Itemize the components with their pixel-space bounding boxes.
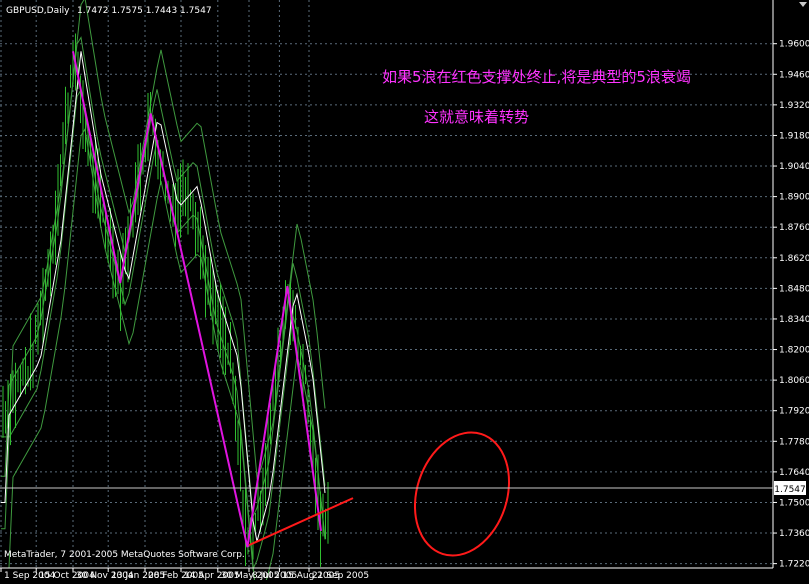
y-tick-label: 1.7500: [779, 498, 809, 508]
copyright-label: MetaTrader, 7 2001-2005 MetaQuotes Softw…: [4, 550, 245, 560]
y-tick-label: 1.8620: [779, 254, 809, 264]
price-chart[interactable]: 1.9600 1.9460 1.9320 1.9180 1.9040 1.8900 1.87…: [0, 0, 809, 584]
y-tick-label: 1.8480: [779, 284, 809, 294]
y-tick-label: 1.9040: [779, 162, 809, 172]
y-tick-label: 1.9460: [779, 70, 809, 80]
y-tick-label: 1.9600: [779, 40, 809, 50]
y-tick-label: 1.7780: [779, 437, 809, 447]
y-tick-label: 1.8060: [779, 376, 809, 386]
chart-canvas[interactable]: 1.9600 1.9460 1.9320 1.9180 1.9040 1.8900 1.87…: [0, 0, 809, 584]
y-tick-label: 1.7640: [779, 468, 809, 478]
y-tick-label: 1.7220: [779, 560, 809, 570]
symbol-label: GBPUSD,Daily: [6, 6, 70, 16]
current-price-label: 1.7547: [774, 485, 806, 495]
y-tick-label: 1.9320: [779, 101, 809, 111]
x-tick-label: 21 Sep 2005: [312, 571, 369, 580]
y-tick-label: 1.7920: [779, 407, 809, 417]
annotation-line-1: 如果5浪在红色支撑处终止,将是典型的5浪衰竭: [382, 68, 691, 86]
ohlc-label: 1.7472 1.7575 1.7443 1.7547: [77, 6, 212, 16]
y-tick-label: 1.9180: [779, 131, 809, 141]
y-tick-label: 1.8200: [779, 346, 809, 356]
y-tick-label: 1.8900: [779, 193, 809, 203]
y-tick-label: 1.8760: [779, 223, 809, 233]
y-tick-label: 1.7360: [779, 529, 809, 539]
y-tick-label: 1.8340: [779, 315, 809, 325]
annotation-line-2: 这就意味着转势: [424, 108, 529, 126]
